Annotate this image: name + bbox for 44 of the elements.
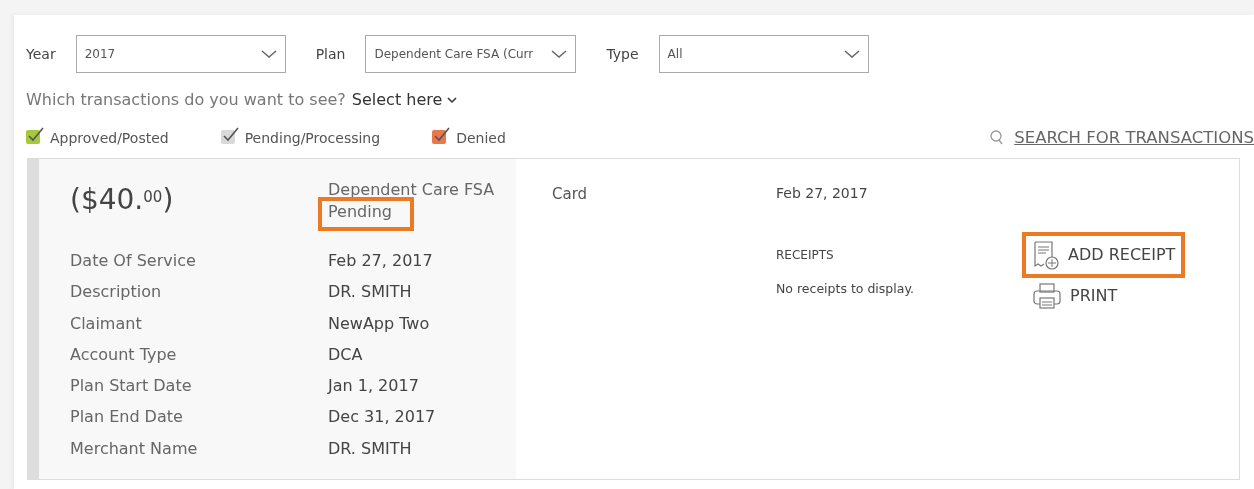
chevron-icon	[447, 97, 458, 104]
detail-label: Account Type	[70, 343, 178, 366]
detail-value: DCA	[328, 343, 363, 366]
detail-label: Description	[70, 281, 163, 304]
chevron-icon	[551, 49, 568, 59]
filter-label: Type	[606, 44, 639, 64]
select-dropdown[interactable]: Select here	[351, 90, 458, 109]
checkbox-label: Denied	[456, 128, 506, 148]
amount-text: ($40.$^{00}$)	[70, 182, 175, 218]
receipts-heading: RECEIPTS	[776, 246, 835, 264]
checkbox[interactable]	[26, 127, 44, 145]
printer-icon	[1032, 281, 1062, 310]
transaction-date: Feb 27, 2017	[776, 184, 868, 203]
question-text: Which transactions do you want to see?	[26, 90, 346, 109]
search-icon	[990, 130, 1005, 146]
detail-label: Claimant	[70, 312, 143, 335]
detail-value: DR. SMITH	[328, 437, 412, 460]
filter-label: Plan	[315, 44, 346, 64]
dropdown-field[interactable]: All	[658, 35, 869, 73]
detail-value: DR. SMITH	[328, 281, 412, 304]
filter-label: Year	[26, 44, 56, 64]
payment-method: Card	[552, 184, 589, 205]
detail-value: NewApp Two	[328, 312, 430, 335]
dropdown-field[interactable]: 2017	[75, 35, 286, 73]
checkbox[interactable]	[220, 127, 239, 145]
checkbox[interactable]	[432, 127, 451, 145]
add-receipt-button[interactable]: ADD RECEIPT	[1026, 235, 1182, 274]
checkbox-label: Pending/Processing	[244, 128, 381, 148]
detail-value: Jan 1, 2017	[328, 375, 419, 398]
detail-label: Plan Start Date	[70, 375, 193, 398]
detail-value: Dec 31, 2017	[328, 406, 436, 429]
receipt-icon	[1032, 239, 1060, 270]
plan-name: Dependent Care FSA	[328, 179, 495, 201]
dropdown-field[interactable]: Dependent Care FSA (Curr	[365, 35, 577, 73]
checkbox-label: Approved/Posted	[50, 128, 169, 148]
detail-label: Date Of Service	[70, 250, 197, 272]
detail-value: Feb 27, 2017	[328, 250, 433, 272]
print-button[interactable]: PRINT	[1026, 277, 1124, 314]
chevron-icon	[843, 49, 860, 59]
detail-label: Plan End Date	[70, 406, 184, 429]
empty-message: No receipts to display.	[776, 279, 915, 298]
chevron-icon	[260, 49, 277, 59]
detail-label: Merchant Name	[70, 437, 199, 460]
search-link[interactable]: SEARCH FOR TRANSACTIONS	[990, 125, 1254, 151]
